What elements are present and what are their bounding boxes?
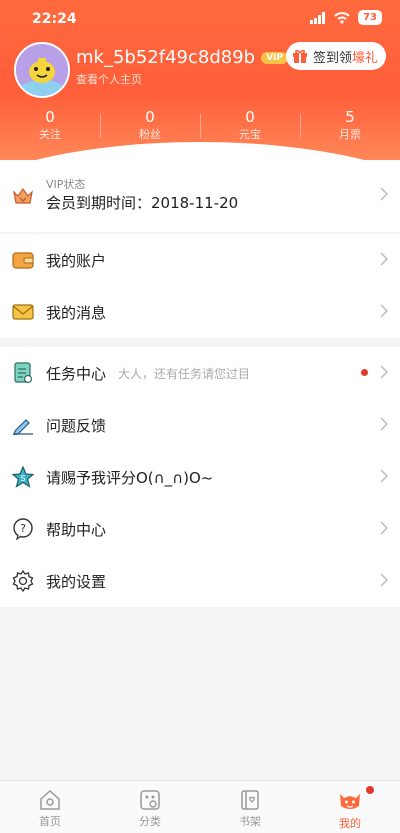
chevron-right-icon: [380, 187, 388, 201]
profile-header: 22:24 73 mk_5b52f49c8d89b VIP 查看个人主页 签到领…: [0, 0, 400, 165]
stat-value: 0: [245, 108, 255, 126]
tab-category[interactable]: 分类: [100, 781, 200, 833]
tab-mine[interactable]: 我的: [300, 781, 400, 833]
view-profile-link[interactable]: 查看个人主页: [76, 71, 142, 87]
username: mk_5b52f49c8d89b: [76, 47, 256, 68]
task-list-icon: [12, 362, 34, 384]
tab-label: 我的: [339, 817, 361, 830]
stat-ingots[interactable]: 0 元宝: [200, 108, 300, 144]
stat-follow[interactable]: 0 关注: [0, 108, 100, 144]
tab-label: 首页: [39, 815, 61, 828]
menu-item-rate[interactable]: S 请赐予我评分O(∩_∩)O~: [0, 451, 400, 503]
stat-label: 粉丝: [139, 128, 161, 141]
menu-item-messages[interactable]: 我的消息: [0, 286, 400, 338]
stat-value: 5: [345, 108, 355, 126]
vip-badge: VIP: [261, 51, 289, 64]
menu-item-account[interactable]: 我的账户: [0, 234, 400, 286]
menu-item-settings[interactable]: 我的设置: [0, 555, 400, 607]
bookshelf-icon: [241, 790, 259, 810]
chevron-right-icon: [380, 252, 388, 266]
vip-section: VIP状态 会员到期时间：2018-11-20: [0, 160, 400, 232]
signin-button[interactable]: 签到领 壕礼: [285, 42, 386, 70]
status-bar: 22:24 73: [0, 0, 400, 40]
status-time: 22:24: [32, 11, 77, 27]
menu-label: 问题反馈: [46, 416, 107, 435]
signin-accent: 壕礼: [351, 50, 378, 66]
notification-dot: [361, 369, 368, 376]
crown-icon: [12, 185, 34, 207]
menu-label: 我的消息: [46, 303, 107, 322]
stat-label: 元宝: [239, 128, 261, 141]
svg-text:S: S: [20, 474, 25, 483]
tab-home[interactable]: 首页: [0, 781, 100, 833]
chevron-right-icon: [380, 365, 388, 379]
tab-bookshelf[interactable]: 书架: [200, 781, 300, 833]
home-icon: [40, 789, 60, 810]
mascot-tab-icon: [340, 794, 360, 809]
menu-item-feedback[interactable]: 问题反馈: [0, 399, 400, 451]
chevron-right-icon: [380, 521, 388, 535]
chevron-right-icon: [380, 573, 388, 587]
gift-icon: [292, 49, 307, 63]
envelope-icon: [12, 301, 34, 323]
menu-item-help[interactable]: ? 帮助中心: [0, 503, 400, 555]
stat-fans[interactable]: 0 粉丝: [100, 108, 200, 144]
account-section: 我的账户 我的消息: [0, 234, 400, 338]
username-line[interactable]: mk_5b52f49c8d89b VIP: [76, 47, 289, 68]
gear-icon: [12, 570, 34, 592]
stat-value: 0: [145, 108, 155, 126]
star-icon: S: [12, 466, 34, 488]
stats-bar: 0 关注 0 粉丝 0 元宝 5 月票: [0, 108, 400, 144]
battery-indicator: 73: [358, 10, 382, 25]
menu-label: 我的账户: [46, 251, 107, 270]
vip-expire-text: 会员到期时间：2018-11-20: [46, 194, 239, 212]
chevron-right-icon: [380, 417, 388, 431]
notification-dot: [366, 786, 374, 794]
stat-label: 关注: [39, 128, 61, 141]
signal-icon: [310, 11, 326, 24]
category-icon: [140, 790, 160, 810]
chevron-right-icon: [380, 469, 388, 483]
mascot-icon: [16, 44, 68, 96]
svg-text:?: ?: [20, 522, 26, 535]
bottom-tab-bar: 首页 分类 书架 我的: [0, 780, 400, 833]
wallet-icon: [12, 249, 34, 271]
help-icon: ?: [12, 518, 34, 540]
vip-status-row[interactable]: VIP状态 会员到期时间：2018-11-20: [0, 160, 400, 232]
menu-label: 帮助中心: [46, 520, 107, 539]
services-section: 任务中心 大人，还有任务请您过目 问题反馈 S 请赐予我评分O(∩_∩)O~ ?…: [0, 347, 400, 607]
menu-item-tasks[interactable]: 任务中心 大人，还有任务请您过目: [0, 347, 400, 399]
menu-label: 我的设置: [46, 572, 107, 591]
tasks-hint: 大人，还有任务请您过目: [118, 366, 251, 381]
stat-monthly-tickets[interactable]: 5 月票: [300, 108, 400, 144]
vip-status-label: VIP状态: [46, 178, 86, 191]
chevron-right-icon: [380, 304, 388, 318]
stat-value: 0: [45, 108, 55, 126]
pen-icon: [12, 414, 34, 436]
status-icons: 73: [310, 10, 382, 25]
tab-label: 分类: [139, 815, 161, 828]
avatar[interactable]: [14, 42, 70, 98]
signin-label: 签到领: [312, 50, 352, 66]
tab-label: 书架: [239, 815, 261, 828]
wifi-icon: [334, 11, 350, 24]
stat-label: 月票: [339, 128, 361, 141]
menu-label: 请赐予我评分O(∩_∩)O~: [46, 468, 214, 487]
menu-label: 任务中心: [46, 364, 107, 383]
